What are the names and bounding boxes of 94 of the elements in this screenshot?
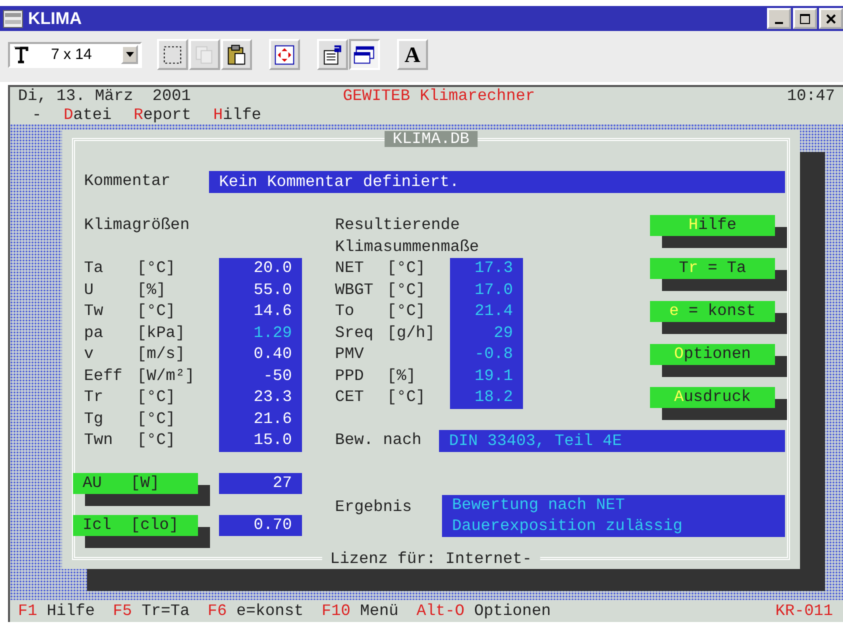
variable-name: To <box>335 301 356 322</box>
date-text: Di, 13. März 2001 <box>18 86 191 106</box>
font-size-dropdown[interactable]: 7 x 14 <box>8 42 142 68</box>
menu-item[interactable]: Datei <box>64 106 112 124</box>
value-field[interactable]: 0.70 <box>219 514 302 536</box>
window-title: KLIMA <box>28 8 82 28</box>
section-heading: Klimagrößen <box>84 215 191 236</box>
variable-name: Twn <box>84 430 114 451</box>
minimize-icon <box>775 22 783 24</box>
value-text: 1.29 <box>252 322 293 344</box>
menu-item[interactable]: Report <box>134 106 192 124</box>
properties-tool-button[interactable] <box>317 39 348 70</box>
comment-field[interactable]: Kein Kommentar definiert. <box>209 171 785 193</box>
function-key-hint[interactable]: F6 e=konst <box>208 600 304 622</box>
value-text: 55.0 <box>252 280 293 300</box>
unit-label: [W/m²] <box>137 366 196 386</box>
value-text: 29 <box>492 322 514 344</box>
value-text: 17.0 <box>474 280 514 300</box>
result-field: Bewertung nach NET Dauerexposition zulässig <box>442 494 785 536</box>
unit-label: [%] <box>137 280 167 300</box>
variable-name: Tw <box>84 301 104 322</box>
unit-label: [g/h] <box>387 322 436 344</box>
variable-name: Tg <box>84 408 104 430</box>
clock-text: 10:47 <box>786 86 835 106</box>
unit-label: [°C] <box>387 258 426 279</box>
variable-name: WBGT <box>335 280 374 300</box>
function-key-hint[interactable]: F5 Tr=Ta <box>112 600 190 622</box>
variable-name: PPD <box>335 366 365 386</box>
action-button[interactable]: Ausdruck <box>650 387 775 408</box>
variable-name: NET <box>335 258 365 279</box>
unit-label: [°C] <box>137 430 176 451</box>
menu-item[interactable]: Hilfe <box>213 106 262 124</box>
comment-label: Kommentar <box>84 171 172 192</box>
maximize-icon <box>799 12 811 24</box>
dialog-title: KLIMA.DB <box>384 131 478 147</box>
value-text: 14.6 <box>252 301 293 322</box>
action-button[interactable]: Hilfe <box>650 215 775 236</box>
close-button[interactable] <box>819 8 843 29</box>
close-icon <box>825 12 837 24</box>
paste-tool-button[interactable] <box>221 39 252 70</box>
unit-label: [°C] <box>387 280 426 300</box>
system-menu[interactable]: - <box>32 106 42 124</box>
dropdown-button[interactable] <box>121 45 138 64</box>
action-button[interactable]: e = konst <box>650 301 775 322</box>
value-text: 20.0 <box>252 258 293 279</box>
value-text: 19.1 <box>474 366 514 386</box>
font-button[interactable]: A <box>397 39 428 70</box>
parameter-button[interactable]: Icl [clo] <box>73 514 198 536</box>
unit-label: [%] <box>387 366 417 386</box>
variable-name: U <box>84 280 95 300</box>
value-text: 21.6 <box>252 408 293 430</box>
variable-name: pa <box>84 322 104 344</box>
value-text: -50 <box>262 366 293 386</box>
value-field[interactable]: 27 <box>219 472 302 494</box>
result-label: Ergebnis <box>335 496 413 518</box>
unit-label: [°C] <box>137 387 176 408</box>
unit-label: [°C] <box>137 408 176 430</box>
variable-name: Tr <box>84 387 104 408</box>
value-text: 21.4 <box>474 301 514 322</box>
section-heading: Resultierende Klimasummenmaße <box>335 215 480 258</box>
value-text: 17.3 <box>474 258 514 279</box>
value-text: 23.3 <box>252 387 293 408</box>
value-text: 18.2 <box>474 387 514 408</box>
variable-name: v <box>84 344 95 365</box>
unit-label: [°C] <box>387 387 426 408</box>
variable-name: Sreq <box>335 322 374 344</box>
screen-code: KR-011 <box>775 601 833 622</box>
app-title: GEWITEB Klimarechner <box>342 86 536 106</box>
variable-name: Eeff <box>84 366 124 386</box>
unit-label: [m/s] <box>137 344 186 365</box>
value-text: 0.40 <box>252 344 293 365</box>
app-icon <box>3 10 23 28</box>
action-button[interactable]: Optionen <box>650 344 775 365</box>
action-button[interactable]: Tr = Ta <box>650 258 775 279</box>
unit-label: [°C] <box>137 258 176 279</box>
unit-label: [°C] <box>387 301 426 322</box>
function-key-hint[interactable]: Alt-O Optionen <box>416 600 551 622</box>
fullscreen-tool-button[interactable] <box>269 39 300 70</box>
standard-field[interactable]: DIN 33403, Teil 4E <box>439 430 785 452</box>
variable-name: Ta <box>84 258 104 279</box>
mark-tool-button[interactable] <box>157 39 188 70</box>
assessment-label: Bew. nach <box>335 430 422 450</box>
function-key-hint[interactable]: F10 Menü <box>322 600 398 622</box>
unit-label: [°C] <box>137 301 176 322</box>
variable-name: PMV <box>335 344 365 365</box>
caret-icon <box>126 52 134 57</box>
unit-label: [kPa] <box>137 322 186 344</box>
value-text: 15.0 <box>252 430 293 451</box>
value-text: -0.8 <box>474 344 514 365</box>
parameter-button[interactable]: AU [W] <box>73 472 198 494</box>
function-key-hint[interactable]: F1 Hilfe <box>18 600 95 622</box>
maximize-button[interactable] <box>793 8 817 29</box>
variable-name: CET <box>335 387 365 408</box>
minimize-button[interactable] <box>767 8 791 29</box>
